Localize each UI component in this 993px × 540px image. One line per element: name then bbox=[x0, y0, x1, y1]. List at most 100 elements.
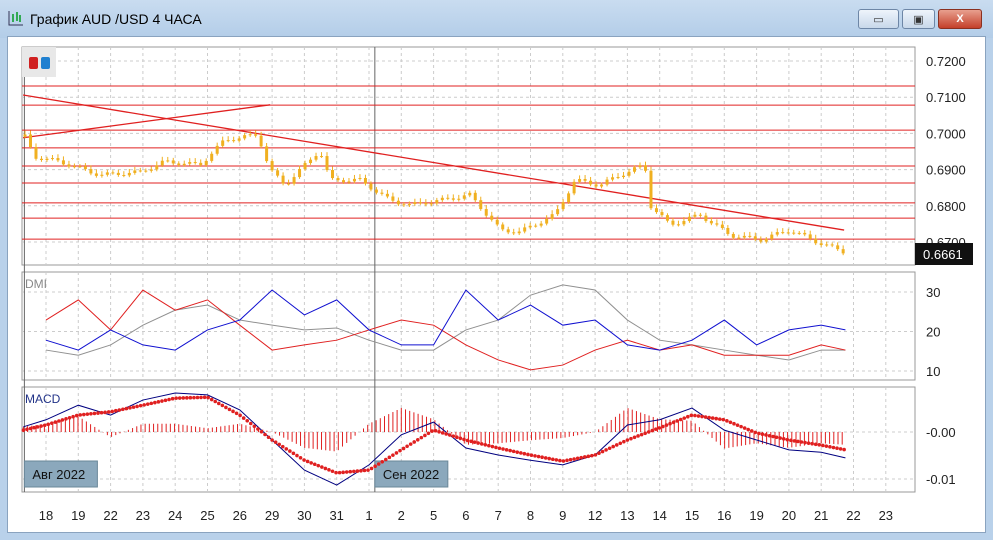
signal-dot bbox=[721, 417, 726, 422]
candle-body bbox=[182, 163, 186, 166]
signal-dot bbox=[426, 431, 431, 436]
signal-dot bbox=[796, 439, 800, 444]
signal-dot bbox=[810, 441, 814, 446]
signal-dot bbox=[739, 424, 743, 429]
signal-dot bbox=[419, 435, 424, 440]
candle-body bbox=[589, 180, 593, 185]
candle-body bbox=[45, 158, 49, 161]
candle-body bbox=[665, 215, 669, 221]
x-tick-label: 18 bbox=[39, 508, 53, 523]
signal-dot bbox=[497, 446, 502, 451]
price-tick-label: 0.7000 bbox=[926, 126, 966, 141]
signal-dot bbox=[305, 459, 310, 464]
candle-body bbox=[155, 165, 159, 170]
signal-dot bbox=[455, 435, 459, 440]
candle-body bbox=[309, 159, 313, 164]
signal-dot bbox=[291, 451, 296, 456]
x-tick-label: 12 bbox=[588, 508, 602, 523]
candle-body bbox=[237, 138, 241, 141]
candle-body bbox=[265, 146, 269, 162]
signal-dot bbox=[32, 425, 36, 430]
candle-body bbox=[50, 158, 54, 160]
signal-dot bbox=[742, 426, 747, 430]
signal-dot bbox=[266, 435, 271, 440]
candle-body bbox=[709, 220, 713, 224]
price-tick-label: 0.6800 bbox=[926, 199, 966, 214]
signal-dot bbox=[693, 413, 697, 418]
candle-body bbox=[369, 183, 373, 190]
dmi-label: DMI bbox=[25, 277, 47, 291]
signal-dot bbox=[543, 456, 548, 460]
candle-body bbox=[320, 156, 324, 158]
signal-dot bbox=[444, 432, 448, 436]
signal-dot bbox=[145, 402, 150, 406]
signal-dot bbox=[117, 408, 122, 412]
candle-body bbox=[61, 160, 65, 165]
x-tick-label: 16 bbox=[717, 508, 731, 523]
x-tick-label: 23 bbox=[879, 508, 893, 523]
candle-body bbox=[572, 181, 576, 194]
candle-body bbox=[188, 162, 192, 164]
candle-body bbox=[611, 177, 615, 180]
candle-body bbox=[583, 178, 587, 181]
candle-body bbox=[287, 183, 291, 185]
signal-dot bbox=[835, 446, 839, 451]
current-price-label: 0.6661 bbox=[923, 247, 963, 262]
candle-body bbox=[34, 147, 38, 159]
candle-body bbox=[281, 175, 285, 184]
signal-dot bbox=[323, 466, 328, 471]
signal-dot bbox=[167, 397, 171, 402]
candle-body bbox=[418, 202, 422, 204]
signal-dot bbox=[341, 470, 345, 475]
panel-dmi bbox=[21, 271, 916, 381]
candle-body bbox=[550, 214, 554, 219]
signal-dot bbox=[28, 426, 33, 431]
candle-body bbox=[742, 235, 746, 238]
red-template-icon bbox=[29, 57, 38, 69]
candle-body bbox=[298, 169, 302, 178]
signal-dot bbox=[465, 438, 470, 443]
signal-dot bbox=[671, 420, 676, 425]
candle-body bbox=[808, 234, 812, 239]
signal-dot bbox=[256, 427, 260, 431]
signal-dot bbox=[128, 406, 132, 410]
candle-body bbox=[479, 200, 483, 210]
candle-body bbox=[374, 189, 378, 193]
signal-dot bbox=[440, 431, 445, 435]
signal-dot bbox=[753, 430, 758, 435]
x-tick-label: 1 bbox=[365, 508, 372, 523]
price-tick-label: 0.7200 bbox=[926, 54, 966, 69]
candle-body bbox=[352, 178, 356, 182]
signal-dot bbox=[78, 413, 83, 417]
signal-dot bbox=[732, 421, 736, 426]
candle-body bbox=[484, 209, 488, 216]
signal-dot bbox=[284, 447, 289, 451]
x-tick-label: 13 bbox=[620, 508, 634, 523]
signal-dot bbox=[636, 434, 640, 438]
candle-body bbox=[814, 238, 818, 244]
signal-dot bbox=[469, 439, 473, 444]
signal-dot bbox=[50, 421, 54, 425]
signal-dot bbox=[355, 469, 360, 473]
candle-body bbox=[347, 181, 351, 183]
signal-dot bbox=[785, 437, 790, 442]
signal-dot bbox=[270, 438, 274, 442]
candle-body bbox=[622, 175, 626, 178]
signal-dot bbox=[280, 444, 285, 449]
candle-body bbox=[232, 140, 236, 142]
x-tick-label: 26 bbox=[233, 508, 247, 523]
chart-canvas[interactable]: 18 19 22 23 24 25 26 29 30 31 1 2 5 6 7 8 9 12 13 14 15 16 19 2… bbox=[0, 0, 993, 540]
candle-body bbox=[594, 184, 598, 187]
signal-dot bbox=[231, 409, 235, 414]
signal-dot bbox=[181, 396, 186, 400]
signal-dot bbox=[188, 395, 193, 400]
signal-dot bbox=[312, 462, 317, 467]
candle-body bbox=[775, 232, 779, 235]
candle-body bbox=[523, 227, 527, 232]
candle-body bbox=[698, 214, 702, 216]
signal-dot bbox=[398, 448, 402, 453]
candle-body bbox=[731, 233, 735, 238]
candle-body bbox=[501, 224, 505, 230]
signal-dot bbox=[661, 424, 665, 429]
candle-body bbox=[720, 224, 724, 228]
